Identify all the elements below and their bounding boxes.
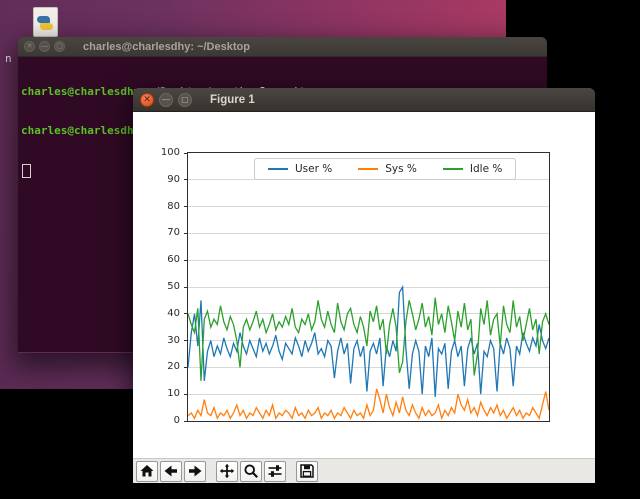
- legend-label-idle: Idle %: [469, 163, 503, 175]
- maximize-icon[interactable]: ▢: [178, 92, 192, 107]
- figure-title: Figure 1: [210, 93, 255, 106]
- chart-lines: [188, 284, 549, 421]
- pan-icon[interactable]: [216, 460, 238, 482]
- minimize-icon[interactable]: —: [39, 41, 50, 52]
- figure-window: ✕ — ▢ Figure 1 0 10 20 30 40 50 60 70 80 90 100 Us…: [133, 88, 595, 483]
- plot-area[interactable]: 0 10 20 30 40 50 60 70 80 90 100 User % Sys % Idle…: [161, 147, 550, 426]
- desktop-stray-character: n: [5, 52, 12, 65]
- legend-label-sys: Sys %: [385, 163, 417, 175]
- zoom-icon[interactable]: [240, 460, 262, 482]
- python-logo-blue: [37, 16, 50, 23]
- back-arrow-icon[interactable]: [160, 460, 182, 482]
- python-file-icon[interactable]: [33, 7, 58, 37]
- terminal-cursor: [22, 164, 31, 178]
- configure-subplots-icon[interactable]: [264, 460, 286, 482]
- legend-line-sys: [358, 168, 379, 170]
- legend-entry-sys: Sys %: [358, 163, 417, 175]
- figure-titlebar[interactable]: ✕ — ▢ Figure 1: [133, 88, 595, 112]
- figure-canvas[interactable]: 0 10 20 30 40 50 60 70 80 90 100 User % Sys % Idle…: [133, 112, 595, 458]
- python-logo-yellow: [40, 23, 53, 30]
- legend-label-user: User %: [295, 163, 333, 175]
- home-icon[interactable]: [136, 460, 158, 482]
- legend-line-idle: [442, 168, 463, 170]
- matplotlib-toolbar: [133, 458, 595, 483]
- terminal-title: charles@charlesdhy: ~/Desktop: [83, 40, 250, 53]
- forward-arrow-icon[interactable]: [184, 460, 206, 482]
- close-icon[interactable]: ✕: [140, 92, 154, 107]
- legend-entry-idle: Idle %: [442, 163, 503, 175]
- terminal-titlebar[interactable]: ✕ — ▢ charles@charlesdhy: ~/Desktop: [18, 37, 547, 57]
- legend-entry-user: User %: [268, 163, 332, 175]
- chart-legend: User % Sys % Idle %: [254, 158, 517, 180]
- maximize-icon[interactable]: ▢: [54, 41, 65, 52]
- save-icon[interactable]: [296, 460, 318, 482]
- close-icon[interactable]: ✕: [24, 41, 35, 52]
- minimize-icon[interactable]: —: [159, 92, 173, 107]
- legend-line-user: [268, 168, 288, 170]
